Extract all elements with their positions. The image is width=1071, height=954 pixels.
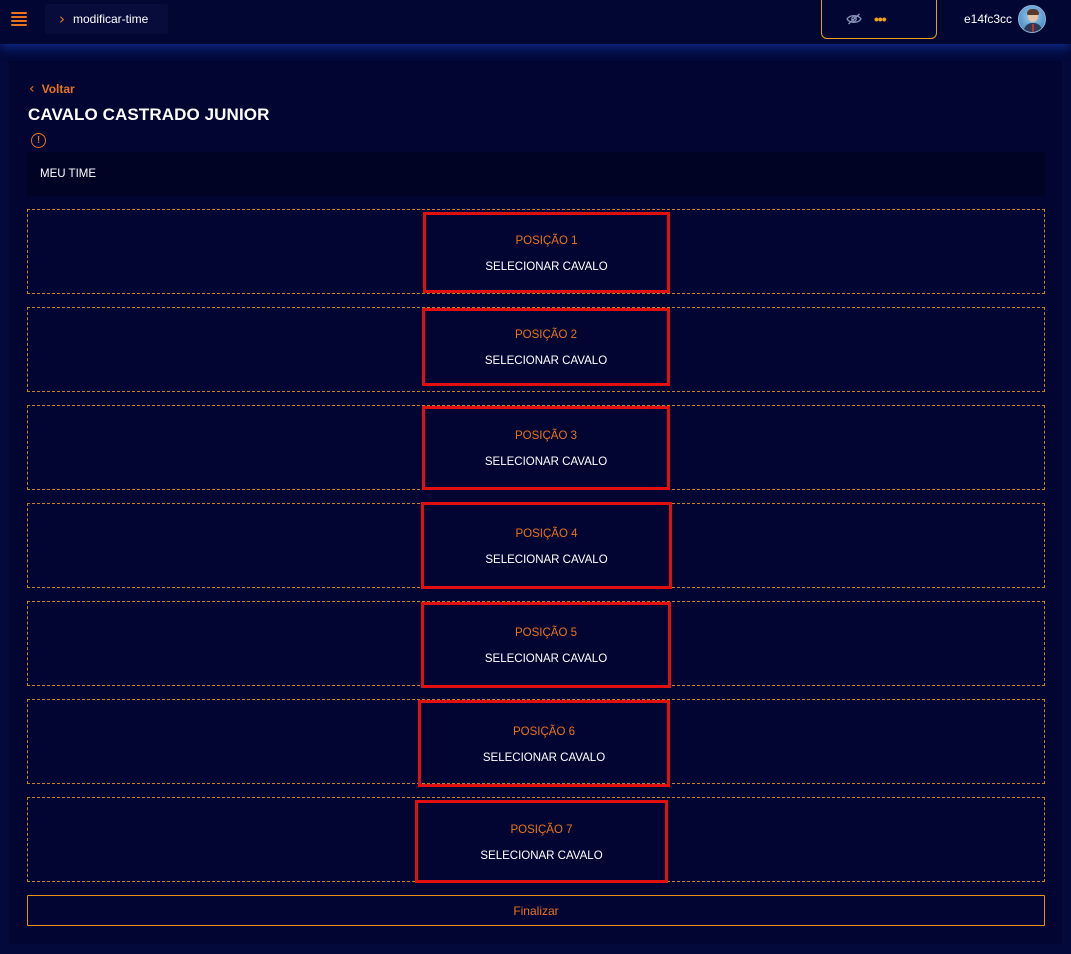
back-label: Voltar <box>41 82 75 96</box>
slot-action-label: SELECIONAR CAVALO <box>484 456 608 468</box>
select-horse-button[interactable]: POSIÇÃO 2 SELECIONAR CAVALO <box>422 308 670 386</box>
finalize-button[interactable]: Finalizar <box>27 895 1045 926</box>
team-slot: POSIÇÃO 3 SELECIONAR CAVALO <box>27 405 1045 490</box>
slot-position-label: POSIÇÃO 6 <box>513 725 575 738</box>
select-horse-button[interactable]: POSIÇÃO 7 SELECIONAR CAVALO <box>415 800 668 883</box>
section-label: MEU TIME <box>40 168 97 180</box>
main-panel: ‹ Voltar CAVALO CASTRADO JUNIOR ! MEU TI… <box>9 61 1062 944</box>
username: e14fc3cc <box>963 12 1012 26</box>
select-horse-button[interactable]: POSIÇÃO 6 SELECIONAR CAVALO <box>418 700 670 787</box>
back-link[interactable]: ‹ Voltar <box>29 81 75 97</box>
slot-position-label: POSIÇÃO 7 <box>510 823 573 836</box>
balance-display: ••• <box>821 0 937 39</box>
section-header: MEU TIME <box>27 152 1045 196</box>
slot-action-label: SELECIONAR CAVALO <box>480 849 603 862</box>
slot-action-label: SELECIONAR CAVALO <box>485 553 608 566</box>
team-slot: POSIÇÃO 6 SELECIONAR CAVALO <box>27 699 1045 787</box>
top-bar: › modificar-time ••• e14fc3cc <box>0 0 1071 44</box>
slot-position-label: POSIÇÃO 1 <box>515 234 578 247</box>
slot-position-label: POSIÇÃO 5 <box>515 627 577 639</box>
slot-position-label: POSIÇÃO 4 <box>515 527 578 540</box>
slot-action-label: SELECIONAR CAVALO <box>482 751 606 764</box>
team-slot: POSIÇÃO 2 SELECIONAR CAVALO <box>27 307 1045 392</box>
select-horse-button[interactable]: POSIÇÃO 3 SELECIONAR CAVALO <box>422 406 670 490</box>
chevron-left-icon: ‹ <box>29 81 35 97</box>
select-horse-button[interactable]: POSIÇÃO 4 SELECIONAR CAVALO <box>421 502 672 589</box>
slot-position-label: POSIÇÃO 3 <box>515 430 577 442</box>
eye-slash-icon[interactable] <box>846 13 862 25</box>
team-slot: POSIÇÃO 1 SELECIONAR CAVALO <box>27 209 1045 294</box>
slot-action-label: SELECIONAR CAVALO <box>485 260 608 273</box>
team-slot: POSIÇÃO 7 SELECIONAR CAVALO <box>27 797 1045 883</box>
select-horse-button[interactable]: POSIÇÃO 1 SELECIONAR CAVALO <box>423 212 670 293</box>
select-horse-button[interactable]: POSIÇÃO 5 SELECIONAR CAVALO <box>421 602 671 688</box>
slot-action-label: SELECIONAR CAVALO <box>484 355 608 367</box>
team-slot: POSIÇÃO 5 SELECIONAR CAVALO <box>27 601 1045 688</box>
slot-position-label: POSIÇÃO 2 <box>515 329 577 341</box>
team-slot: POSIÇÃO 4 SELECIONAR CAVALO <box>27 502 1045 589</box>
user-menu[interactable]: e14fc3cc <box>946 0 1064 38</box>
page-title: CAVALO CASTRADO JUNIOR <box>28 105 270 124</box>
slot-action-label: SELECIONAR CAVALO <box>484 653 608 665</box>
breadcrumb[interactable]: › modificar-time <box>45 4 168 34</box>
hidden-balance: ••• <box>874 11 887 27</box>
exclamation-circle-icon[interactable]: ! <box>31 133 46 148</box>
avatar[interactable] <box>1018 5 1046 33</box>
hamburger-menu-icon[interactable] <box>11 12 27 26</box>
breadcrumb-label: modificar-time <box>73 12 149 26</box>
chevron-right-icon: › <box>59 9 65 28</box>
